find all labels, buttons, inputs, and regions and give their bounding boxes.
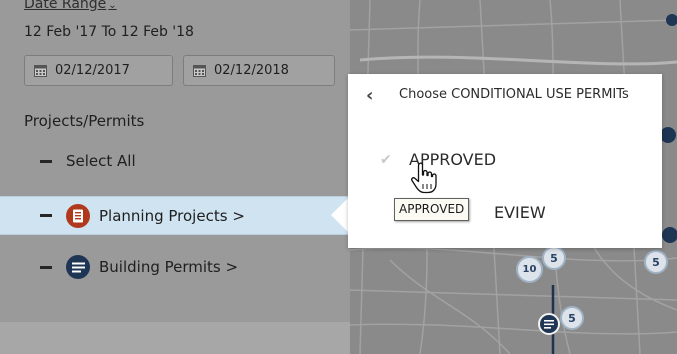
tree-item-select-all[interactable]: Select All bbox=[0, 142, 350, 180]
document-icon bbox=[66, 203, 90, 228]
tree-item-building-permits[interactable]: Building Permits > bbox=[0, 248, 350, 286]
tree-item-label: Planning Projects bbox=[99, 206, 228, 225]
map-cluster-marker[interactable]: 5 bbox=[560, 306, 584, 330]
collapse-minus-icon[interactable] bbox=[40, 265, 52, 269]
marker-count: 10 bbox=[522, 264, 537, 275]
collapse-minus-icon[interactable] bbox=[40, 159, 52, 163]
popover-title: Choose CONDITIONAL USE PERMITs bbox=[399, 87, 629, 102]
marker-count: 5 bbox=[550, 251, 558, 265]
chevron-right-icon: > bbox=[232, 206, 245, 225]
date-range-label: Date Range bbox=[24, 0, 107, 12]
section-heading: Projects/Permits bbox=[24, 112, 145, 130]
calendar-icon bbox=[34, 64, 47, 77]
list-glyph bbox=[71, 262, 85, 272]
filter-sidebar: Date Range ⌄ 12 Feb '17 To 12 Feb '18 02/… bbox=[0, 0, 350, 354]
document-glyph bbox=[73, 209, 83, 222]
end-date-value: 02/12/2018 bbox=[214, 63, 289, 78]
collapse-minus-icon[interactable] bbox=[40, 214, 52, 217]
option-label: EVIEW bbox=[494, 203, 546, 222]
date-range-dropdown[interactable]: Date Range ⌄ bbox=[24, 0, 117, 12]
hand-cursor-icon bbox=[411, 162, 437, 194]
tree-item-planning-projects[interactable]: Planning Projects > bbox=[0, 196, 350, 235]
start-date-input[interactable]: 02/12/2017 bbox=[24, 55, 173, 86]
start-date-value: 02/12/2017 bbox=[55, 63, 130, 78]
map-cluster-marker[interactable]: 5 bbox=[644, 250, 668, 274]
map-cluster-marker[interactable]: 10 bbox=[516, 256, 543, 283]
end-date-input[interactable]: 02/12/2018 bbox=[183, 55, 335, 86]
chevron-down-icon: ⌄ bbox=[108, 0, 117, 11]
tooltip: APPROVED bbox=[394, 198, 470, 221]
option-approved[interactable]: ✔ APPROVED bbox=[380, 150, 496, 169]
date-range-summary: 12 Feb '17 To 12 Feb '18 bbox=[24, 24, 194, 40]
marker-count: 5 bbox=[652, 255, 660, 269]
map-cluster-marker[interactable]: 5 bbox=[542, 246, 566, 270]
calendar-icon bbox=[193, 64, 206, 77]
checkmark-icon: ✔ bbox=[380, 151, 392, 168]
marker-count: 5 bbox=[568, 311, 576, 325]
chevron-left-icon[interactable]: ‹ bbox=[366, 85, 373, 106]
list-icon bbox=[544, 319, 554, 329]
tree-item-label: Select All bbox=[66, 152, 136, 170]
popover-arrow bbox=[331, 197, 349, 233]
map-permit-marker[interactable] bbox=[538, 313, 560, 335]
chevron-right-icon: > bbox=[225, 258, 239, 276]
sidebar-footer bbox=[0, 322, 350, 354]
filter-popover: ‹ Choose CONDITIONAL USE PERMITs ✔ APPRO… bbox=[348, 74, 662, 248]
tree-item-label: Building Permits bbox=[99, 258, 221, 276]
list-icon bbox=[66, 255, 90, 279]
